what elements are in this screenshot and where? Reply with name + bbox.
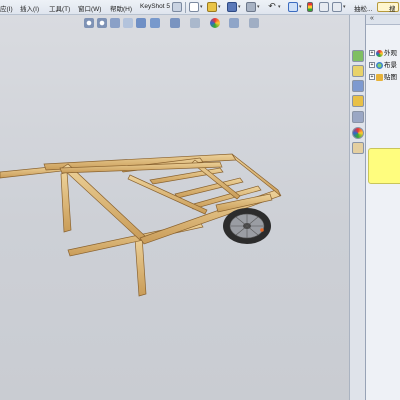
expand-icon[interactable]: + — [369, 74, 375, 81]
menu-window[interactable]: 窗口(W) — [78, 3, 101, 13]
search-commands-label[interactable]: 抽松... — [354, 3, 372, 13]
wheel — [223, 208, 271, 244]
appearances-icon — [376, 49, 383, 57]
tree-item-label: 贴图 — [384, 74, 397, 81]
tree-item-scenes[interactable]: + 布景 — [369, 59, 400, 69]
new-document-icon[interactable] — [189, 2, 199, 12]
search-tab-icon[interactable] — [352, 95, 364, 107]
menu-help[interactable]: 帮助(H) — [110, 3, 132, 13]
tree-item-appearances[interactable]: + 外观 — [369, 47, 400, 57]
scenes-icon — [376, 61, 383, 69]
menu-tools[interactable]: 工具(T) — [49, 3, 70, 13]
wheelbarrow-model[interactable] — [0, 15, 365, 400]
menu-bar: 应(I) 插入(I) 工具(T) 窗口(W) 帮助(H) KeyShot 5 ▾… — [0, 0, 400, 15]
view-palette-tab-icon[interactable] — [352, 111, 364, 123]
custom-properties-tab-icon[interactable] — [352, 142, 364, 154]
file-properties-icon[interactable] — [319, 2, 329, 12]
menu-view[interactable]: 应(I) — [0, 3, 13, 13]
design-library-tab-icon[interactable] — [352, 65, 364, 77]
chevron-down-icon[interactable]: ▾ — [343, 4, 346, 10]
graphics-viewport[interactable] — [0, 15, 365, 400]
open-folder-icon[interactable] — [207, 2, 217, 12]
expand-icon[interactable]: + — [369, 62, 375, 69]
chevron-down-icon[interactable]: ▾ — [218, 4, 221, 10]
rear-leg-left — [60, 171, 72, 233]
tree-item-decals[interactable]: + 贴图 — [369, 71, 400, 81]
resources-tab-icon[interactable] — [352, 50, 364, 62]
appearance-preview-swatch[interactable] — [368, 148, 400, 184]
rear-leg-right — [134, 235, 147, 297]
file-explorer-tab-icon[interactable] — [352, 80, 364, 92]
frame-right-rail — [61, 163, 146, 241]
chevron-down-icon[interactable]: ▾ — [200, 4, 203, 10]
tree-item-label: 外观 — [384, 50, 397, 57]
chevron-down-icon[interactable]: ▾ — [278, 4, 281, 10]
search-label: 搜 — [389, 6, 396, 13]
toolbar-separator — [185, 2, 186, 13]
save-icon[interactable] — [227, 2, 237, 12]
task-pane: « + 外观 + 布景 + 贴图 — [365, 15, 400, 400]
select-arrow-icon[interactable] — [288, 2, 298, 12]
options-icon[interactable] — [332, 2, 342, 12]
menu-insert[interactable]: 插入(I) — [20, 3, 39, 13]
decals-icon — [376, 73, 383, 81]
appearances-tab-icon[interactable] — [352, 127, 364, 139]
print-icon[interactable] — [246, 2, 256, 12]
collapse-pane-button[interactable]: « — [366, 15, 400, 25]
task-pane-tabs — [349, 15, 365, 400]
undo-icon[interactable]: ↶ — [267, 2, 277, 12]
tree-item-label: 布景 — [384, 62, 397, 69]
expand-icon[interactable]: + — [369, 50, 375, 57]
menu-keyshot[interactable]: KeyShot 5 — [140, 3, 170, 10]
chevron-down-icon[interactable]: ▾ — [257, 4, 260, 10]
pin-icon[interactable] — [172, 2, 182, 12]
chevron-down-icon[interactable]: ▾ — [238, 4, 241, 10]
chevron-down-icon[interactable]: ▾ — [299, 4, 302, 10]
rebuild-traffic-light-icon[interactable] — [307, 2, 313, 12]
